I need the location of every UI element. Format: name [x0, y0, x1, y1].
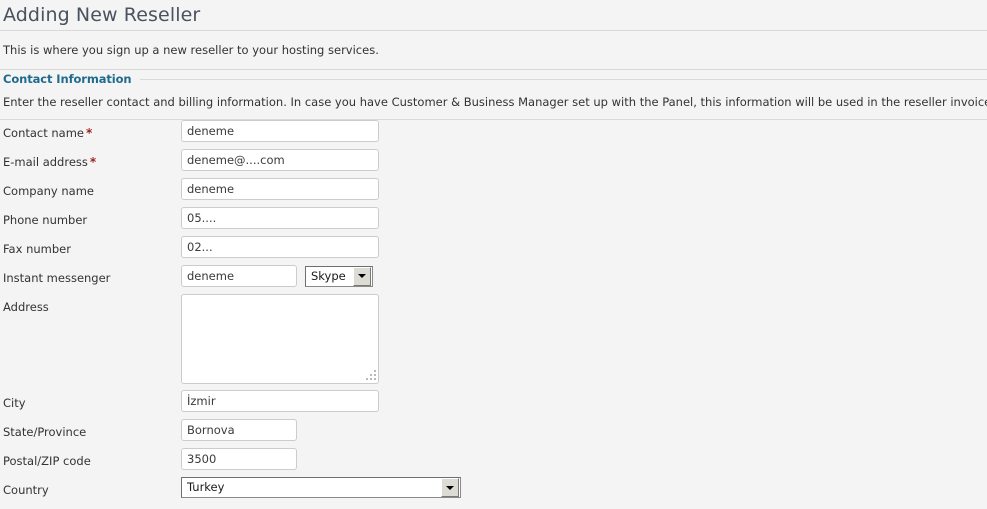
form-row-country: Country Turkey: [3, 477, 987, 506]
email-address-input[interactable]: [181, 149, 379, 171]
city-input[interactable]: [181, 390, 379, 412]
required-asterisk-icon: *: [89, 155, 97, 169]
label-contact-name-text: Contact name: [3, 126, 85, 140]
label-state-province: State/Province: [3, 425, 87, 439]
reseller-contact-form: Contact name* E-mail address* Company na…: [0, 120, 987, 506]
fax-number-input[interactable]: [181, 236, 379, 258]
address-textarea-wrapper: [181, 294, 379, 384]
required-asterisk-icon: *: [86, 126, 93, 140]
chevron-down-icon[interactable]: [441, 478, 459, 497]
label-postal-zip-code: Postal/ZIP code: [3, 454, 91, 468]
form-row-company-name: Company name: [3, 178, 987, 207]
phone-number-input[interactable]: [181, 207, 379, 229]
control-company-name: [181, 178, 379, 200]
company-name-input[interactable]: [181, 178, 379, 200]
chevron-down-icon[interactable]: [353, 266, 371, 286]
label-city: City: [3, 396, 26, 410]
country-select-value: Turkey: [187, 480, 225, 494]
contact-name-input[interactable]: [181, 120, 379, 142]
form-row-phone-number: Phone number: [3, 207, 987, 236]
control-fax-number: [181, 236, 379, 258]
control-contact-name: [181, 120, 379, 142]
section-description: Enter the reseller contact and billing i…: [3, 95, 987, 109]
page-title: Adding New Reseller: [3, 4, 201, 26]
section-heading-rule: [139, 78, 987, 80]
section-header-contact-information: Contact Information: [0, 72, 987, 86]
label-instant-messenger: Instant messenger: [3, 271, 111, 285]
control-instant-messenger: Skype: [181, 265, 373, 287]
form-row-fax-number: Fax number: [3, 236, 987, 265]
control-email-address: [181, 149, 379, 171]
label-fax-number: Fax number: [3, 242, 71, 256]
label-contact-name: Contact name *: [3, 120, 181, 141]
form-row-instant-messenger: Instant messenger Skype: [3, 265, 987, 294]
label-phone-number: Phone number: [3, 213, 88, 227]
instant-messenger-type-select[interactable]: Skype: [305, 265, 373, 287]
control-country: Turkey: [181, 477, 461, 498]
label-address: Address: [3, 300, 49, 314]
control-state-province: [181, 419, 297, 441]
instant-messenger-type-value: Skype: [311, 268, 346, 283]
control-postal-zip-code: [181, 448, 297, 470]
address-textarea[interactable]: [181, 294, 379, 384]
control-address: [181, 294, 379, 384]
page-intro-text: This is where you sign up a new reseller…: [3, 43, 379, 57]
country-select[interactable]: Turkey: [181, 477, 461, 498]
label-country: Country: [3, 483, 49, 497]
form-row-state-province: State/Province: [3, 419, 987, 448]
label-email-address-text: E-mail address: [3, 155, 88, 169]
label-email-address: E-mail address *: [3, 149, 181, 170]
intro-divider: [0, 69, 987, 70]
state-province-input[interactable]: [181, 419, 297, 441]
control-city: [181, 390, 379, 412]
instant-messenger-input[interactable]: [181, 265, 297, 287]
postal-zip-code-input[interactable]: [181, 448, 297, 470]
form-row-contact-name: Contact name *: [3, 120, 987, 149]
form-row-city: City: [3, 390, 987, 419]
form-row-postal-zip-code: Postal/ZIP code: [3, 448, 987, 477]
form-row-address: Address: [3, 294, 987, 384]
label-company-name: Company name: [3, 184, 94, 198]
section-heading-label: Contact Information: [3, 72, 132, 86]
control-phone-number: [181, 207, 379, 229]
form-row-email-address: E-mail address *: [3, 149, 987, 178]
